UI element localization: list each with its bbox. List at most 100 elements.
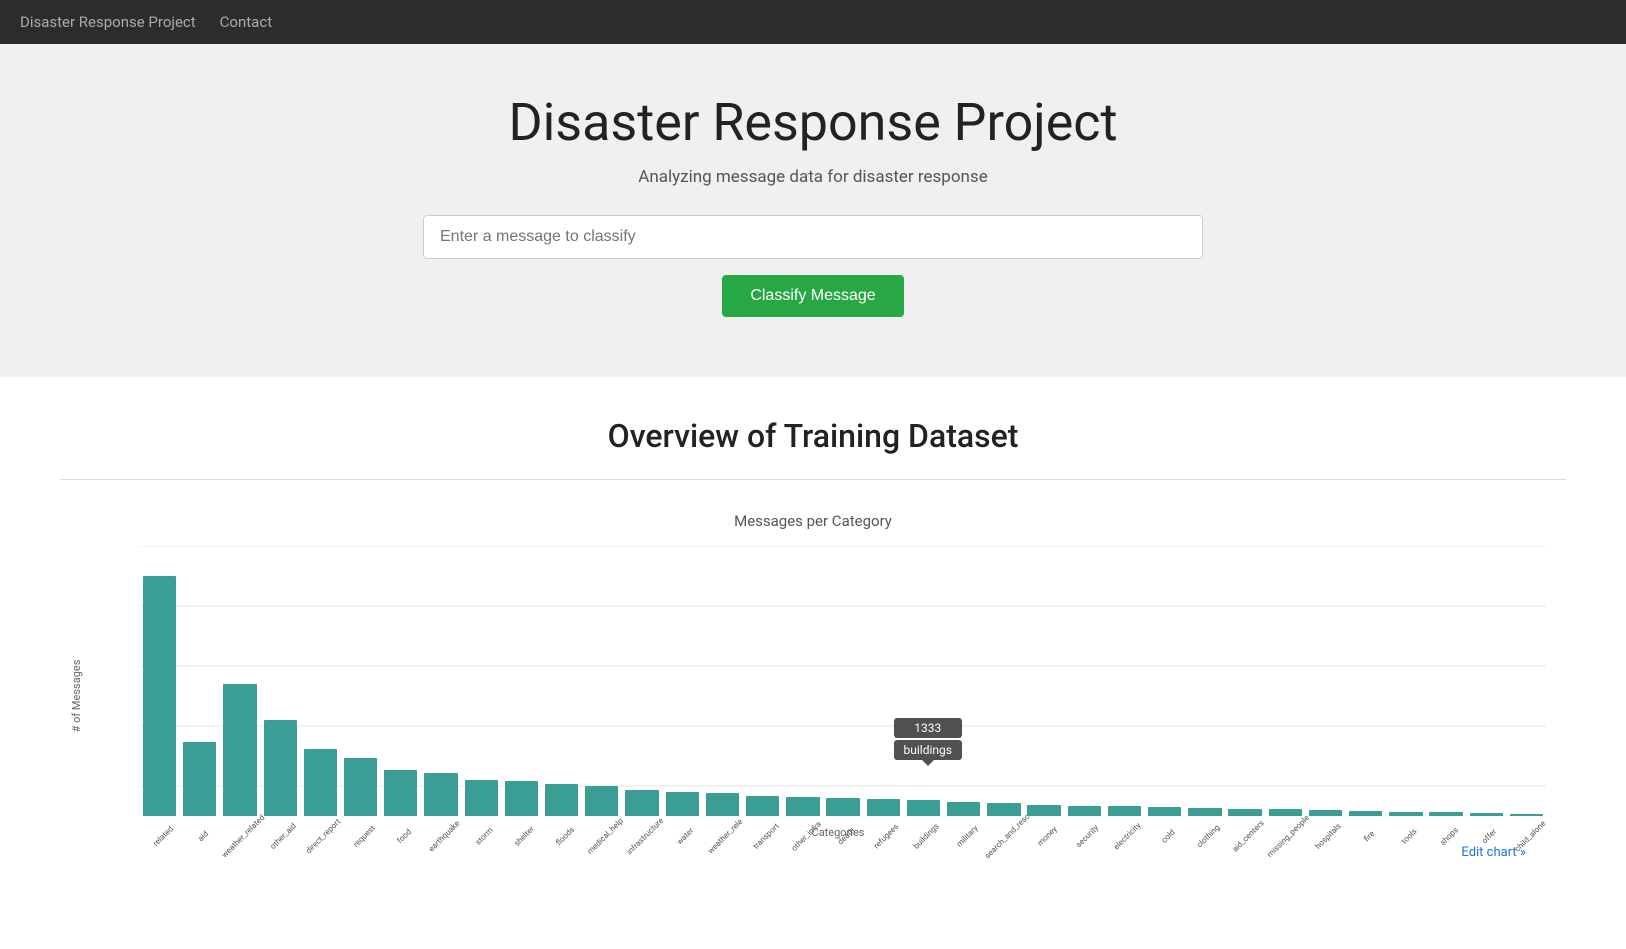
bar bbox=[1068, 806, 1101, 816]
navbar-brand[interactable]: Disaster Response Project bbox=[20, 13, 196, 31]
bar-group: shops bbox=[1427, 576, 1466, 816]
bar-x-label: fire bbox=[1362, 829, 1376, 843]
bar bbox=[1389, 812, 1422, 816]
bar-group: aid_centers bbox=[1225, 576, 1264, 816]
bar-group: military bbox=[944, 576, 983, 816]
bar bbox=[1108, 806, 1141, 816]
page-title: Disaster Response Project bbox=[20, 92, 1606, 153]
chart-container: Messages per Category # of Messages 20k … bbox=[60, 512, 1566, 920]
bar bbox=[1269, 809, 1302, 816]
bar-group: death bbox=[823, 576, 862, 816]
bar-x-label: military bbox=[954, 824, 979, 849]
bar-group: weather_rele bbox=[703, 576, 742, 816]
bar-x-label: money bbox=[1036, 825, 1059, 848]
bar-group: transport bbox=[743, 576, 782, 816]
bar-group: buildings bbox=[904, 576, 943, 816]
bar bbox=[666, 792, 699, 816]
bar bbox=[625, 790, 658, 816]
bar-group: related bbox=[140, 576, 179, 816]
bars-area: relatedaidweather_relatedother_aiddirect… bbox=[140, 546, 1546, 846]
bar-group: electricity bbox=[1105, 576, 1144, 816]
bar-x-label: floods bbox=[554, 825, 576, 847]
bar bbox=[1228, 809, 1261, 816]
overview-section: Overview of Training Dataset Messages pe… bbox=[0, 377, 1626, 940]
bar-group: money bbox=[1024, 576, 1063, 816]
bar bbox=[465, 780, 498, 816]
bar bbox=[867, 799, 900, 816]
bar-x-label: cold bbox=[1159, 828, 1176, 845]
bar-x-label: death bbox=[836, 826, 857, 847]
bar-group: other_infra bbox=[783, 576, 822, 816]
bar-x-label: offer bbox=[1480, 827, 1498, 845]
y-axis-label: # of Messages bbox=[70, 660, 83, 733]
edit-chart-link[interactable]: Edit chart » bbox=[80, 845, 1546, 860]
bar-group: other_aid bbox=[261, 576, 300, 816]
overview-title: Overview of Training Dataset bbox=[60, 417, 1566, 455]
bar bbox=[1470, 813, 1503, 816]
bar-group: missing_people bbox=[1266, 576, 1305, 816]
bar-group: search_and_resc bbox=[984, 576, 1023, 816]
bar-x-label: request bbox=[351, 824, 376, 849]
bar bbox=[304, 749, 337, 816]
bar-group: security bbox=[1065, 576, 1104, 816]
hero-section: Disaster Response Project Analyzing mess… bbox=[0, 44, 1626, 377]
bar-group: infrastructure bbox=[622, 576, 661, 816]
bar-x-label: tools bbox=[1400, 827, 1419, 846]
bar-group: aid bbox=[180, 576, 219, 816]
bar-group: direct_report bbox=[301, 576, 340, 816]
bar-group: medical_help bbox=[582, 576, 621, 816]
bar-x-label: shops bbox=[1438, 825, 1460, 847]
bar bbox=[585, 786, 618, 816]
search-form: Classify Message bbox=[20, 215, 1606, 317]
bar bbox=[1309, 810, 1342, 816]
bar bbox=[987, 803, 1020, 816]
bar-group: food bbox=[381, 576, 420, 816]
bar-group: clothing bbox=[1185, 576, 1224, 816]
bar bbox=[826, 798, 859, 816]
bar-x-label: aid bbox=[196, 829, 210, 843]
bar bbox=[1188, 808, 1221, 816]
bar-group: child_alone bbox=[1507, 576, 1546, 816]
bar-x-label: water bbox=[675, 826, 695, 846]
bar bbox=[264, 720, 297, 816]
bar bbox=[786, 797, 819, 816]
bar bbox=[143, 576, 176, 816]
bar bbox=[344, 758, 377, 816]
bar bbox=[1429, 812, 1462, 816]
bar bbox=[183, 742, 216, 816]
bar-group: request bbox=[341, 576, 380, 816]
bar-x-label: related bbox=[151, 824, 175, 848]
bar-group: tools bbox=[1386, 576, 1425, 816]
bar-group: shelter bbox=[502, 576, 541, 816]
navbar: Disaster Response Project Contact bbox=[0, 0, 1626, 44]
bar bbox=[1027, 805, 1060, 816]
bar-group: refugees bbox=[864, 576, 903, 816]
bar bbox=[223, 684, 256, 816]
classify-button[interactable]: Classify Message bbox=[722, 275, 903, 317]
bar-group: storm bbox=[462, 576, 501, 816]
chart-title: Messages per Category bbox=[80, 512, 1546, 530]
bar bbox=[384, 770, 417, 816]
bar bbox=[706, 793, 739, 816]
bar-group: floods bbox=[542, 576, 581, 816]
bar bbox=[947, 802, 980, 816]
bar bbox=[746, 796, 779, 816]
bar-x-label: shelter bbox=[513, 824, 537, 848]
bar-group: offer bbox=[1467, 576, 1506, 816]
bar-group: water bbox=[663, 576, 702, 816]
bar-group: hospitals bbox=[1306, 576, 1345, 816]
bar bbox=[1349, 811, 1382, 816]
bar-group: fire bbox=[1346, 576, 1385, 816]
bar-group: cold bbox=[1145, 576, 1184, 816]
chart-wrapper: # of Messages 20k 15k 10k 5k 0 relatedai… bbox=[80, 546, 1546, 846]
bar bbox=[545, 784, 578, 816]
bar bbox=[907, 800, 940, 816]
navbar-link-contact[interactable]: Contact bbox=[220, 13, 272, 31]
bar-x-label: clothing bbox=[1195, 823, 1222, 850]
page-subtitle: Analyzing message data for disaster resp… bbox=[20, 167, 1606, 187]
message-input[interactable] bbox=[423, 215, 1203, 259]
bar-group: earthquake bbox=[421, 576, 460, 816]
bar bbox=[424, 773, 457, 816]
bar bbox=[1510, 814, 1543, 816]
bar bbox=[505, 781, 538, 816]
